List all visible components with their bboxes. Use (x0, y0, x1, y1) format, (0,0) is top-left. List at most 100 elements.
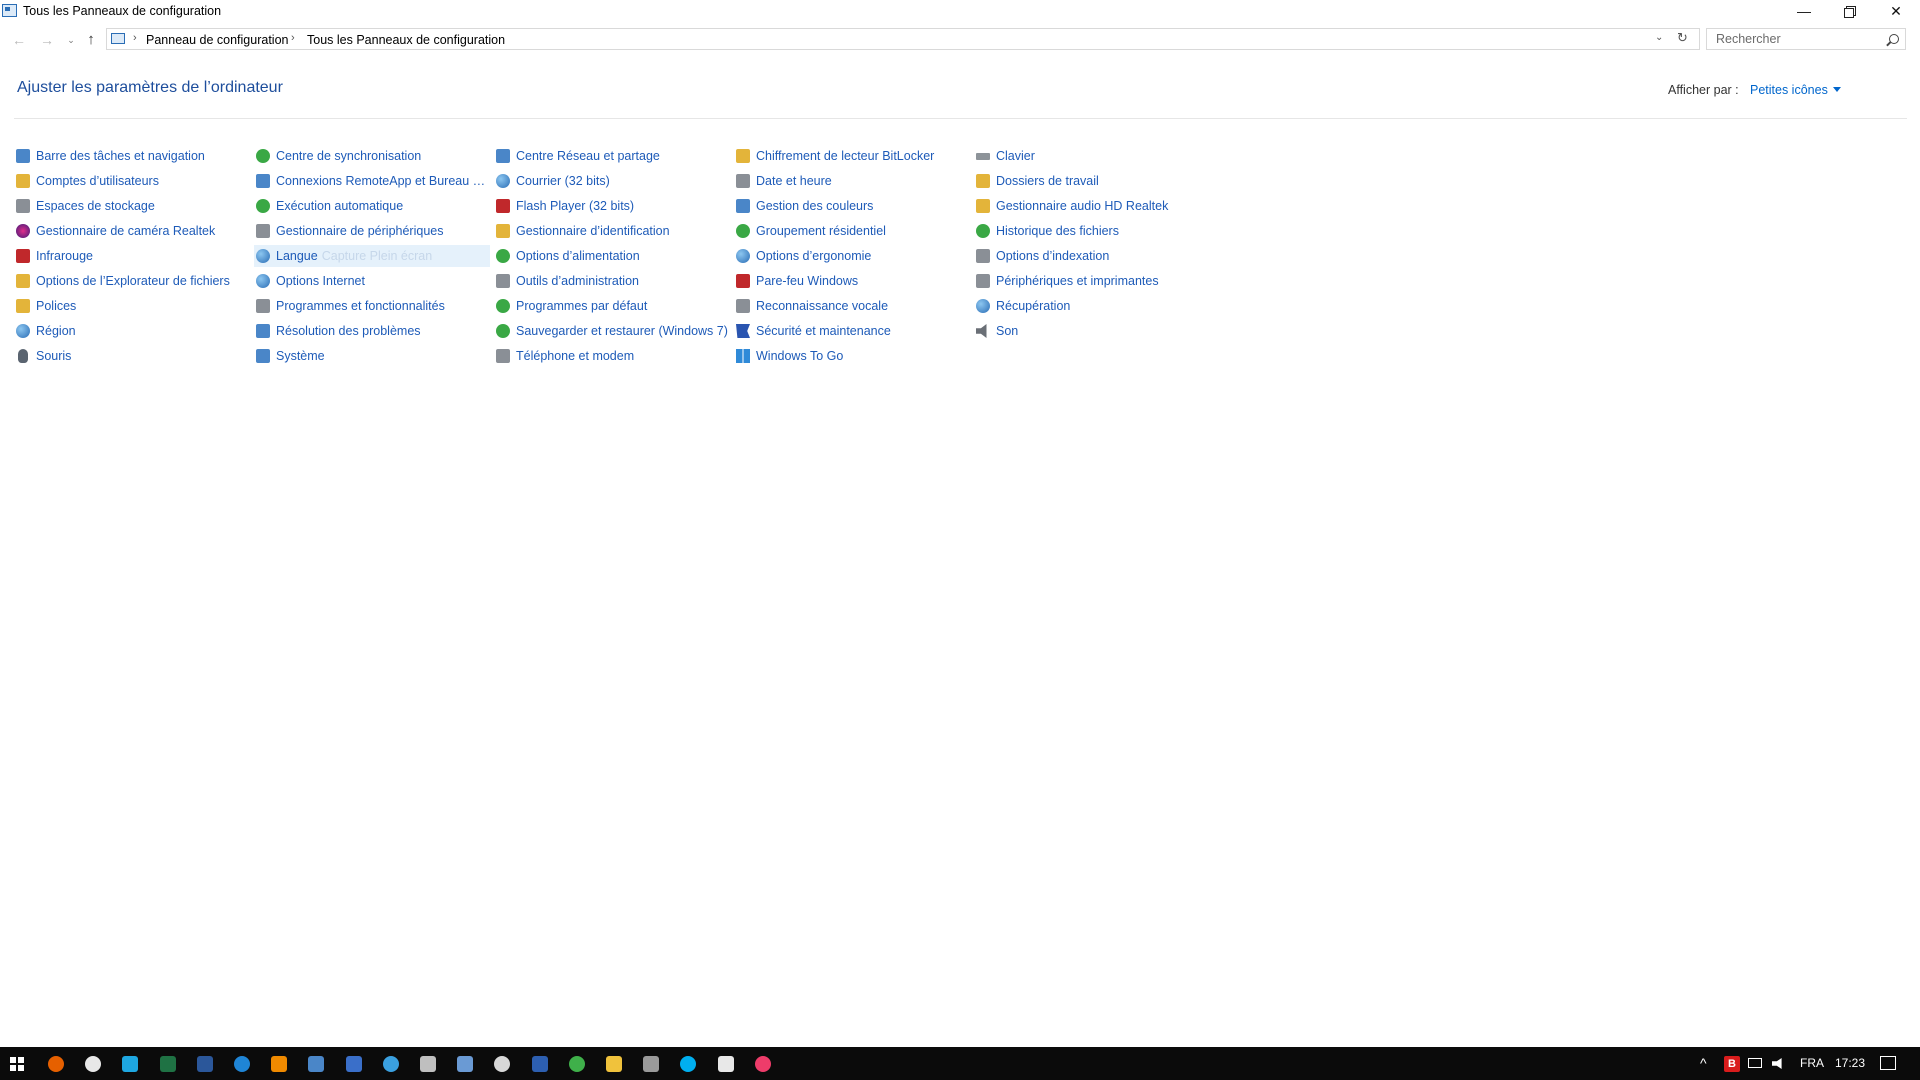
recent-locations-button[interactable]: ⌄ (62, 31, 80, 49)
cp-item-flash[interactable]: Flash Player (32 bits) (494, 195, 730, 217)
cp-item-storage[interactable]: Espaces de stockage (14, 195, 250, 217)
cp-item-power[interactable]: Options d’alimentation (494, 245, 730, 267)
cp-item-fonts[interactable]: Polices (14, 295, 250, 317)
cp-item-security-flag[interactable]: Sécurité et maintenance (734, 320, 970, 342)
cp-item-infrared[interactable]: Infrarouge (14, 245, 250, 267)
cp-item-internet-options[interactable]: Options Internet (254, 270, 490, 292)
cp-item-firewall[interactable]: Pare-feu Windows (734, 270, 970, 292)
taskbar-control-panel-icon[interactable] (298, 1047, 334, 1080)
caret-down-icon[interactable] (1832, 87, 1841, 92)
search-box[interactable] (1706, 28, 1906, 50)
cp-item-label: Gestionnaire d’identification (516, 224, 670, 238)
cp-item-realtek-audio[interactable]: Gestionnaire audio HD Realtek (974, 195, 1210, 217)
cp-item-label: Connexions RemoteApp et Bureau à ... (276, 174, 490, 188)
search-icon[interactable] (1889, 34, 1899, 44)
taskbar-firefox-icon[interactable] (48, 1056, 64, 1072)
cp-item-datetime[interactable]: Date et heure (734, 170, 970, 192)
taskbar-app-icon-9[interactable] (346, 1056, 362, 1072)
windows-start-icon[interactable] (10, 1057, 24, 1071)
taskbar-app-icon-17[interactable] (643, 1056, 659, 1072)
taskbar-app-icon-15[interactable] (569, 1056, 585, 1072)
address-dropdown-icon[interactable]: ⌄ (1655, 32, 1663, 43)
cp-item-windows-to-go[interactable]: Windows To Go (734, 345, 970, 367)
breadcrumb-separator[interactable]: › (133, 32, 137, 44)
cp-item-backup[interactable]: Sauvegarder et restaurer (Windows 7) (494, 320, 730, 342)
breadcrumb-control-panel[interactable]: Panneau de configuration (146, 33, 288, 47)
cp-item-system[interactable]: Système (254, 345, 490, 367)
taskbar-app-icon-11[interactable] (420, 1056, 436, 1072)
taskbar-app-icon-12[interactable] (457, 1056, 473, 1072)
cp-item-indexing[interactable]: Options d’indexation (974, 245, 1210, 267)
cp-item-sync[interactable]: Centre de synchronisation (254, 145, 490, 167)
cp-item-recovery[interactable]: Récupération (974, 295, 1210, 317)
cp-item-programs[interactable]: Programmes et fonctionnalités (254, 295, 490, 317)
taskbar-ie-icon[interactable] (122, 1056, 138, 1072)
view-by-dropdown[interactable]: Petites icônes (1750, 83, 1841, 97)
cp-item-camera[interactable]: Gestionnaire de caméra Realtek (14, 220, 250, 242)
taskbar-app-icon-13[interactable] (494, 1056, 510, 1072)
cp-item-phone-modem[interactable]: Téléphone et modem (494, 345, 730, 367)
view-by-value[interactable]: Petites icônes (1750, 83, 1828, 97)
cp-item-credential[interactable]: Gestionnaire d’identification (494, 220, 730, 242)
taskbar-store-icon[interactable] (718, 1056, 734, 1072)
programs-icon (256, 299, 270, 313)
cp-item-color-management[interactable]: Gestion des couleurs (734, 195, 970, 217)
forward-button[interactable]: → (38, 31, 56, 49)
cp-item-keyboard[interactable]: Clavier (974, 145, 1210, 167)
restore-button[interactable] (1828, 0, 1874, 22)
cp-item-ease-of-access[interactable]: Options d’ergonomie (734, 245, 970, 267)
taskbar-chrome-icon[interactable] (85, 1056, 101, 1072)
taskbar-app-icon-10[interactable] (383, 1056, 399, 1072)
back-button[interactable]: ← (10, 31, 28, 49)
sync-icon (256, 149, 270, 163)
action-center-icon[interactable] (1880, 1056, 1896, 1070)
cp-item-mouse[interactable]: Souris (14, 345, 250, 367)
taskbar-vlc-icon[interactable] (271, 1056, 287, 1072)
cp-item-region[interactable]: Région (14, 320, 250, 342)
show-hidden-icons-chevron[interactable]: ^ (1700, 1047, 1707, 1080)
taskbar-file-explorer-icon[interactable] (606, 1056, 622, 1072)
breadcrumb-separator[interactable]: › (291, 32, 295, 44)
cp-item-devices-printers[interactable]: Périphériques et imprimantes (974, 270, 1210, 292)
power-icon (496, 249, 510, 263)
cp-item-troubleshoot[interactable]: Résolution des problèmes (254, 320, 490, 342)
search-input[interactable] (1711, 31, 1881, 47)
cp-item-speech[interactable]: Reconnaissance vocale (734, 295, 970, 317)
breadcrumb-all-items[interactable]: Tous les Panneaux de configuration (307, 33, 505, 47)
cp-item-admin-tools[interactable]: Outils d’administration (494, 270, 730, 292)
cp-item-network[interactable]: Centre Réseau et partage (494, 145, 730, 167)
cp-item-sound[interactable]: Son (974, 320, 1210, 342)
cp-item-users[interactable]: Comptes d’utilisateurs (14, 170, 250, 192)
up-button[interactable]: ↑ (82, 31, 100, 49)
cp-item-taskbar[interactable]: Barre des tâches et navigation (14, 145, 250, 167)
taskbar-edge-icon[interactable] (234, 1056, 250, 1072)
cp-item-default-programs[interactable]: Programmes par défaut (494, 295, 730, 317)
cp-item-homegroup[interactable]: Groupement résidentiel (734, 220, 970, 242)
cp-item-folder-options[interactable]: Options de l’Explorateur de fichiers (14, 270, 250, 292)
close-button[interactable]: ✕ (1873, 0, 1919, 22)
tray-app-badge[interactable]: B (1724, 1056, 1740, 1072)
cp-item-bitlocker[interactable]: Chiffrement de lecteur BitLocker (734, 145, 970, 167)
input-language[interactable]: FRA (1800, 1047, 1824, 1080)
taskbar-word-icon[interactable] (197, 1056, 213, 1072)
cp-item-autoplay[interactable]: Exécution automatique (254, 195, 490, 217)
cp-item-work-folders[interactable]: Dossiers de travail (974, 170, 1210, 192)
taskbar-itunes-icon[interactable] (755, 1056, 771, 1072)
cp-item-label: Polices (36, 299, 77, 313)
taskbar-app-icon-14[interactable] (532, 1056, 548, 1072)
address-bar[interactable]: › Panneau de configuration › Tous les Pa… (106, 28, 1700, 50)
volume-icon[interactable] (1772, 1058, 1782, 1069)
cp-item-remoteapp[interactable]: Connexions RemoteApp et Bureau à ... (254, 170, 490, 192)
cp-item-language[interactable]: Langue Capture Plein écran (254, 245, 490, 267)
camera-icon (16, 224, 30, 238)
taskbar-skype-icon[interactable] (680, 1056, 696, 1072)
network-icon[interactable] (1748, 1058, 1762, 1068)
cp-item-mail[interactable]: Courrier (32 bits) (494, 170, 730, 192)
minimize-button[interactable]: — (1781, 0, 1827, 22)
clock[interactable]: 17:23 (1835, 1047, 1865, 1080)
refresh-icon[interactable]: ↻ (1677, 30, 1688, 46)
cp-item-file-history[interactable]: Historique des fichiers (974, 220, 1210, 242)
cp-item-device-manager[interactable]: Gestionnaire de périphériques (254, 220, 490, 242)
page-title: Ajuster les paramètres de l’ordinateur (17, 79, 283, 96)
taskbar-excel-icon[interactable] (160, 1056, 176, 1072)
